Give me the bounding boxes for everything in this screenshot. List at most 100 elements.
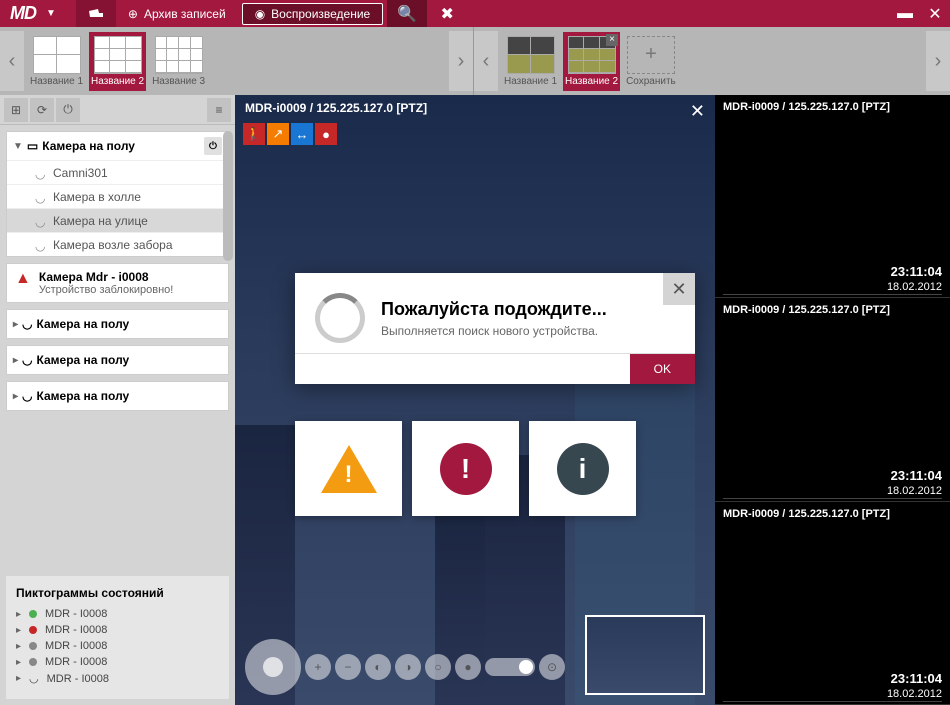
plus-icon: + — [627, 36, 675, 74]
spinner-icon — [315, 293, 365, 343]
legend-row: ▸MDR - I0008 — [16, 624, 219, 636]
camera-item-1[interactable]: ◡Camni301 — [7, 160, 228, 184]
chevron-down-icon: ▼ — [13, 141, 23, 152]
legend-row: ▸◡MDR - I0008 — [16, 672, 219, 685]
camera-mode-button[interactable] — [76, 0, 116, 27]
enter-icon: ↔ — [291, 123, 313, 145]
camera-tree: ▼ ▭ Камера на полу ⏻ ◡Camni301 ◡Камера в… — [0, 125, 235, 570]
collapse-button[interactable]: ≡ — [207, 98, 231, 122]
tree-header-3[interactable]: ▸◡Камера на полу — [7, 346, 228, 374]
main-area: ⊞ ⟳ ⏻ ≡ ▼ ▭ Камера на полу ⏻ ◡Camni301 ◡… — [0, 95, 950, 705]
picture-in-picture[interactable] — [585, 615, 705, 695]
shield-icon: ◡ — [35, 167, 47, 179]
tab-close-icon[interactable]: × — [606, 34, 618, 46]
thumbnail-column: MDR-i0009 / 125.225.127.0 [PTZ] 23:11:04… — [715, 95, 950, 705]
search-button[interactable]: 🔍 — [387, 0, 427, 27]
error-card[interactable]: ! — [412, 421, 519, 516]
close-button[interactable]: ✕ — [920, 0, 950, 27]
modal-close-button[interactable]: ✕ — [663, 273, 695, 305]
modal-ok-button[interactable]: OK — [630, 354, 695, 384]
camera-item-3[interactable]: ◡Камера на улице — [7, 208, 228, 232]
layout-tab-2[interactable]: Название 2 — [89, 32, 146, 91]
warning-card[interactable] — [295, 421, 402, 516]
info-circle-icon: i — [557, 443, 609, 495]
layout-right-tab-1[interactable]: Название 1 — [502, 32, 559, 91]
chevron-right-icon: ▸ — [13, 391, 18, 402]
shield-icon: ◡ — [22, 353, 32, 367]
ptz-zoom-in[interactable]: + — [305, 654, 331, 680]
spinner-icon: ◡ — [29, 672, 39, 685]
device-alert[interactable]: ▲ Камера Mdr - i0008 Устройство заблокир… — [6, 263, 229, 303]
device-icon: ▭ — [27, 139, 38, 153]
ptz-preset[interactable]: ⊙ — [539, 654, 565, 680]
shield-icon: ◡ — [35, 239, 47, 251]
strip-left-arrow-right[interactable]: › — [449, 31, 473, 91]
warning-triangle-icon — [321, 445, 377, 493]
refresh-button[interactable]: ⟳ — [30, 98, 54, 122]
sidebar: ⊞ ⟳ ⏻ ≡ ▼ ▭ Камера на полу ⏻ ◡Camni301 ◡… — [0, 95, 235, 705]
strip-left-arrow[interactable]: ‹ — [0, 31, 24, 91]
layout-save-button[interactable]: + Сохранить — [624, 32, 678, 91]
camera-item-2[interactable]: ◡Камера в холле — [7, 184, 228, 208]
ptz-joystick[interactable] — [245, 639, 301, 695]
globe-icon: ⊕ — [128, 7, 138, 21]
camera-item-4[interactable]: ◡Камера возле забора — [7, 232, 228, 256]
chevron-right-icon: ▸ — [13, 319, 18, 330]
layout-tab-3[interactable]: Название 3 — [150, 32, 207, 91]
layout-right-tab-2[interactable]: × Название 2 — [563, 32, 620, 91]
chat-icon: ▬ — [897, 5, 913, 23]
shield-icon: ◡ — [22, 389, 32, 403]
chat-button[interactable]: ▬ — [890, 0, 920, 27]
thumbnail-2[interactable]: MDR-i0009 / 125.225.127.0 [PTZ] 23:11:04… — [715, 298, 950, 501]
archive-button[interactable]: ⊕ Архив записей — [116, 0, 238, 27]
video-area: MDR-i0009 / 125.225.127.0 [PTZ] ✕ 🚶 ↗ ↔ … — [235, 95, 950, 705]
tools-icon: ✖ — [441, 4, 454, 24]
status-legend: Пиктограммы состояний ▸MDR - I0008 ▸MDR … — [6, 576, 229, 699]
search-icon: 🔍 — [397, 4, 417, 24]
layout-tab-1[interactable]: Название 1 — [28, 32, 85, 91]
legend-row: ▸MDR - I0008 — [16, 656, 219, 668]
close-icon: ✕ — [928, 4, 941, 24]
thumbnail-3[interactable]: MDR-i0009 / 125.225.127.0 [PTZ] 23:11:04… — [715, 502, 950, 705]
play-icon: ◉ — [255, 7, 265, 21]
wait-modal: ✕ Пожалуйста подождите... Выполняется по… — [295, 273, 695, 384]
power-icon[interactable]: ⏻ — [204, 137, 222, 155]
thumbnail-1[interactable]: MDR-i0009 / 125.225.127.0 [PTZ] 23:11:04… — [715, 95, 950, 298]
ptz-iris-open[interactable]: ○ — [425, 654, 451, 680]
warning-icon: ▲ — [15, 270, 31, 296]
legend-row: ▸MDR - I0008 — [16, 608, 219, 620]
ptz-focus-far[interactable]: ◑ — [395, 654, 421, 680]
ptz-speed-slider[interactable] — [485, 658, 535, 676]
topbar: MD ▼ ⊕ Архив записей ◉ Воспроизведение 🔍… — [0, 0, 950, 27]
alert-cards: ! i — [295, 421, 636, 516]
tree-header-1[interactable]: ▼ ▭ Камера на полу ⏻ — [7, 132, 228, 160]
ptz-focus-near[interactable]: ◐ — [365, 654, 391, 680]
strip-right-arrow-right[interactable]: › — [926, 31, 950, 91]
shield-icon: ◡ — [35, 191, 47, 203]
strip-right-arrow-left[interactable]: ‹ — [474, 31, 498, 91]
playback-button[interactable]: ◉ Воспроизведение — [242, 3, 384, 25]
view-close-button[interactable]: ✕ — [690, 101, 705, 122]
ptz-controls: + − ◐ ◑ ○ ● ⊙ — [245, 639, 565, 695]
motion-icon: 🚶 — [243, 123, 265, 145]
main-video-view[interactable]: MDR-i0009 / 125.225.127.0 [PTZ] ✕ 🚶 ↗ ↔ … — [235, 95, 715, 705]
scrollbar[interactable] — [223, 131, 233, 261]
exit-icon: ↗ — [267, 123, 289, 145]
sidebar-toolbar: ⊞ ⟳ ⏻ ≡ — [0, 95, 235, 125]
tools-button[interactable]: ✖ — [427, 0, 467, 27]
layout-strip: ‹ Название 1 Название 2 Название 3 › ‹ Н… — [0, 27, 950, 95]
status-icons: 🚶 ↗ ↔ ● — [243, 123, 337, 145]
info-card[interactable]: i — [529, 421, 636, 516]
record-icon: ● — [315, 123, 337, 145]
power-all-button[interactable]: ⏻ — [56, 98, 80, 122]
ptz-zoom-out[interactable]: − — [335, 654, 361, 680]
logo: MD — [0, 3, 46, 24]
ptz-iris-close[interactable]: ● — [455, 654, 481, 680]
logo-dropdown-icon[interactable]: ▼ — [46, 8, 56, 19]
grid-view-button[interactable]: ⊞ — [4, 98, 28, 122]
chevron-right-icon: ▸ — [13, 355, 18, 366]
shield-icon: ◡ — [35, 215, 47, 227]
camera-icon — [88, 8, 104, 20]
tree-header-2[interactable]: ▸◡Камера на полу — [7, 310, 228, 338]
tree-header-4[interactable]: ▸◡Камера на полу — [7, 382, 228, 410]
